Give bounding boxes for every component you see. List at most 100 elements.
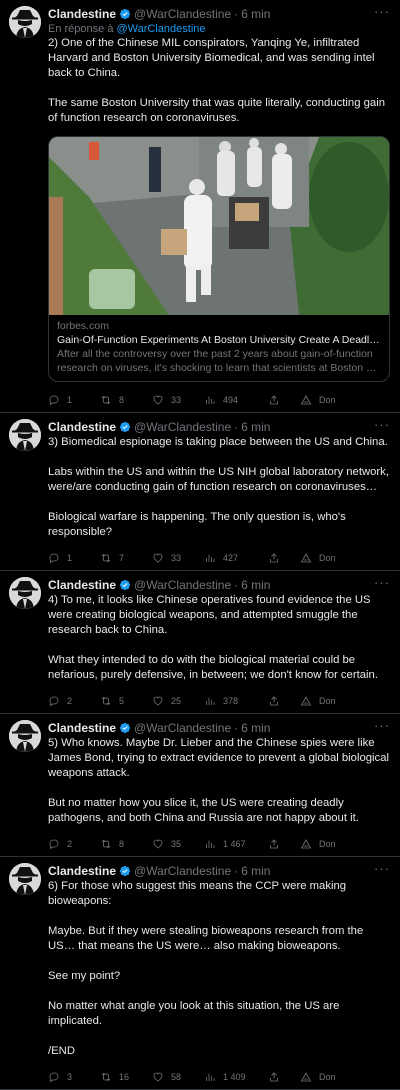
retweet-button[interactable]: 16: [100, 1071, 152, 1083]
retweet-button[interactable]: 8: [100, 838, 152, 850]
avatar[interactable]: [9, 6, 41, 38]
share-button[interactable]: [268, 552, 300, 564]
retweet-count: 8: [119, 395, 125, 405]
link-card[interactable]: forbes.com Gain-Of-Function Experiments …: [48, 136, 390, 382]
tweet[interactable]: ··· Clandestine @WarClandestine · 6 min …: [0, 571, 400, 714]
retweet-icon: [101, 1072, 111, 1082]
reply-button[interactable]: 2: [48, 695, 100, 707]
reply-button[interactable]: 3: [48, 1071, 100, 1083]
timestamp[interactable]: 6 min: [241, 577, 270, 593]
share-button[interactable]: [268, 838, 300, 850]
reply-to-link[interactable]: @WarClandestine: [117, 23, 206, 35]
retweet-count: 8: [119, 839, 125, 849]
avatar[interactable]: [9, 577, 41, 609]
retweet-button[interactable]: 7: [100, 552, 152, 564]
tweet[interactable]: ··· Clandestine @WarClandestine · 6 min …: [0, 714, 400, 857]
like-count: 33: [171, 395, 182, 405]
display-name[interactable]: Clandestine: [48, 577, 116, 593]
reply-count: 1: [67, 395, 73, 405]
user-handle[interactable]: @WarClandestine: [134, 6, 231, 22]
donate-label: Don: [319, 839, 336, 849]
view-count: 378: [223, 696, 239, 706]
timestamp[interactable]: 6 min: [241, 863, 270, 879]
tweet[interactable]: ··· Clandestine @WarClandestine · 6 min …: [0, 857, 400, 1090]
user-handle[interactable]: @WarClandestine: [134, 419, 231, 435]
retweet-button[interactable]: 5: [100, 695, 152, 707]
tweet-actions: 1 7 33 427 Don: [48, 546, 390, 570]
more-options-icon[interactable]: ···: [374, 4, 390, 19]
timestamp[interactable]: 6 min: [241, 720, 270, 736]
display-name[interactable]: Clandestine: [48, 863, 116, 879]
donate-icon: [300, 696, 312, 706]
link-card-title: Gain-Of-Function Experiments At Boston U…: [57, 334, 380, 346]
tweet-paragraph: No matter what angle you look at this si…: [48, 1000, 340, 1027]
more-options-icon[interactable]: ···: [374, 417, 390, 432]
link-card-description: After all the controversy over the past …: [57, 348, 377, 374]
donate-button[interactable]: Don: [300, 695, 336, 707]
tweet-paragraph: The same Boston University that was quit…: [48, 97, 385, 124]
donate-button[interactable]: Don: [300, 838, 336, 850]
view-count: 1 467: [223, 839, 246, 849]
like-icon: [153, 553, 163, 563]
share-icon: [270, 553, 278, 563]
share-button[interactable]: [268, 695, 300, 707]
donate-button[interactable]: Don: [300, 552, 336, 564]
tweet-paragraph: 6) For those who suggest this means the …: [48, 880, 347, 907]
reply-button[interactable]: 2: [48, 838, 100, 850]
views-button[interactable]: 494: [204, 394, 268, 406]
reply-button[interactable]: 1: [48, 394, 100, 406]
user-handle[interactable]: @WarClandestine: [134, 577, 231, 593]
verified-badge-icon: [119, 579, 131, 591]
avatar[interactable]: [9, 419, 41, 451]
separator-dot: ·: [234, 420, 239, 434]
display-name[interactable]: Clandestine: [48, 720, 116, 736]
tweet[interactable]: ··· Clandestine @WarClandestine · 6 min …: [0, 0, 400, 413]
user-handle[interactable]: @WarClandestine: [134, 720, 231, 736]
like-button[interactable]: 33: [152, 552, 204, 564]
reply-count: 2: [67, 696, 73, 706]
like-button[interactable]: 35: [152, 838, 204, 850]
views-button[interactable]: 378: [204, 695, 268, 707]
views-button[interactable]: 1 467: [204, 838, 268, 850]
reply-icon: [49, 395, 59, 406]
donate-icon: [300, 395, 312, 405]
retweet-count: 16: [119, 1072, 130, 1082]
reply-icon: [49, 839, 59, 850]
donate-button[interactable]: Don: [300, 394, 336, 406]
tweet-text: 2) One of the Chinese MIL conspirators, …: [48, 36, 390, 126]
like-count: 33: [171, 553, 182, 563]
tweet-paragraph: Labs within the US and within the US NIH…: [48, 466, 389, 493]
views-icon: [206, 554, 215, 562]
separator-dot: ·: [234, 578, 239, 592]
views-button[interactable]: 1 409: [204, 1071, 268, 1083]
avatar[interactable]: [9, 720, 41, 752]
reply-icon: [49, 553, 59, 564]
view-count: 1 409: [223, 1072, 246, 1082]
share-button[interactable]: [268, 1071, 300, 1083]
more-options-icon[interactable]: ···: [374, 575, 390, 590]
like-button[interactable]: 25: [152, 695, 204, 707]
timestamp[interactable]: 6 min: [241, 6, 270, 22]
like-icon: [153, 839, 163, 849]
timestamp[interactable]: 6 min: [241, 419, 270, 435]
like-button[interactable]: 33: [152, 394, 204, 406]
donate-label: Don: [319, 696, 336, 706]
display-name[interactable]: Clandestine: [48, 419, 116, 435]
user-handle[interactable]: @WarClandestine: [134, 863, 231, 879]
avatar[interactable]: [9, 863, 41, 895]
more-options-icon[interactable]: ···: [374, 718, 390, 733]
verified-badge-icon: [119, 722, 131, 734]
tweet-paragraph: But no matter how you slice it, the US w…: [48, 797, 359, 824]
share-button[interactable]: [268, 394, 300, 406]
reply-context: En réponse à @WarClandestine: [48, 22, 390, 36]
like-button[interactable]: 58: [152, 1071, 204, 1083]
tweet-text: 6) For those who suggest this means the …: [48, 879, 390, 1059]
views-button[interactable]: 427: [204, 552, 268, 564]
retweet-button[interactable]: 8: [100, 394, 152, 406]
share-icon: [270, 1072, 278, 1082]
donate-button[interactable]: Don: [300, 1071, 336, 1083]
tweet[interactable]: ··· Clandestine @WarClandestine · 6 min …: [0, 413, 400, 571]
display-name[interactable]: Clandestine: [48, 6, 116, 22]
reply-button[interactable]: 1: [48, 552, 100, 564]
more-options-icon[interactable]: ···: [374, 861, 390, 876]
